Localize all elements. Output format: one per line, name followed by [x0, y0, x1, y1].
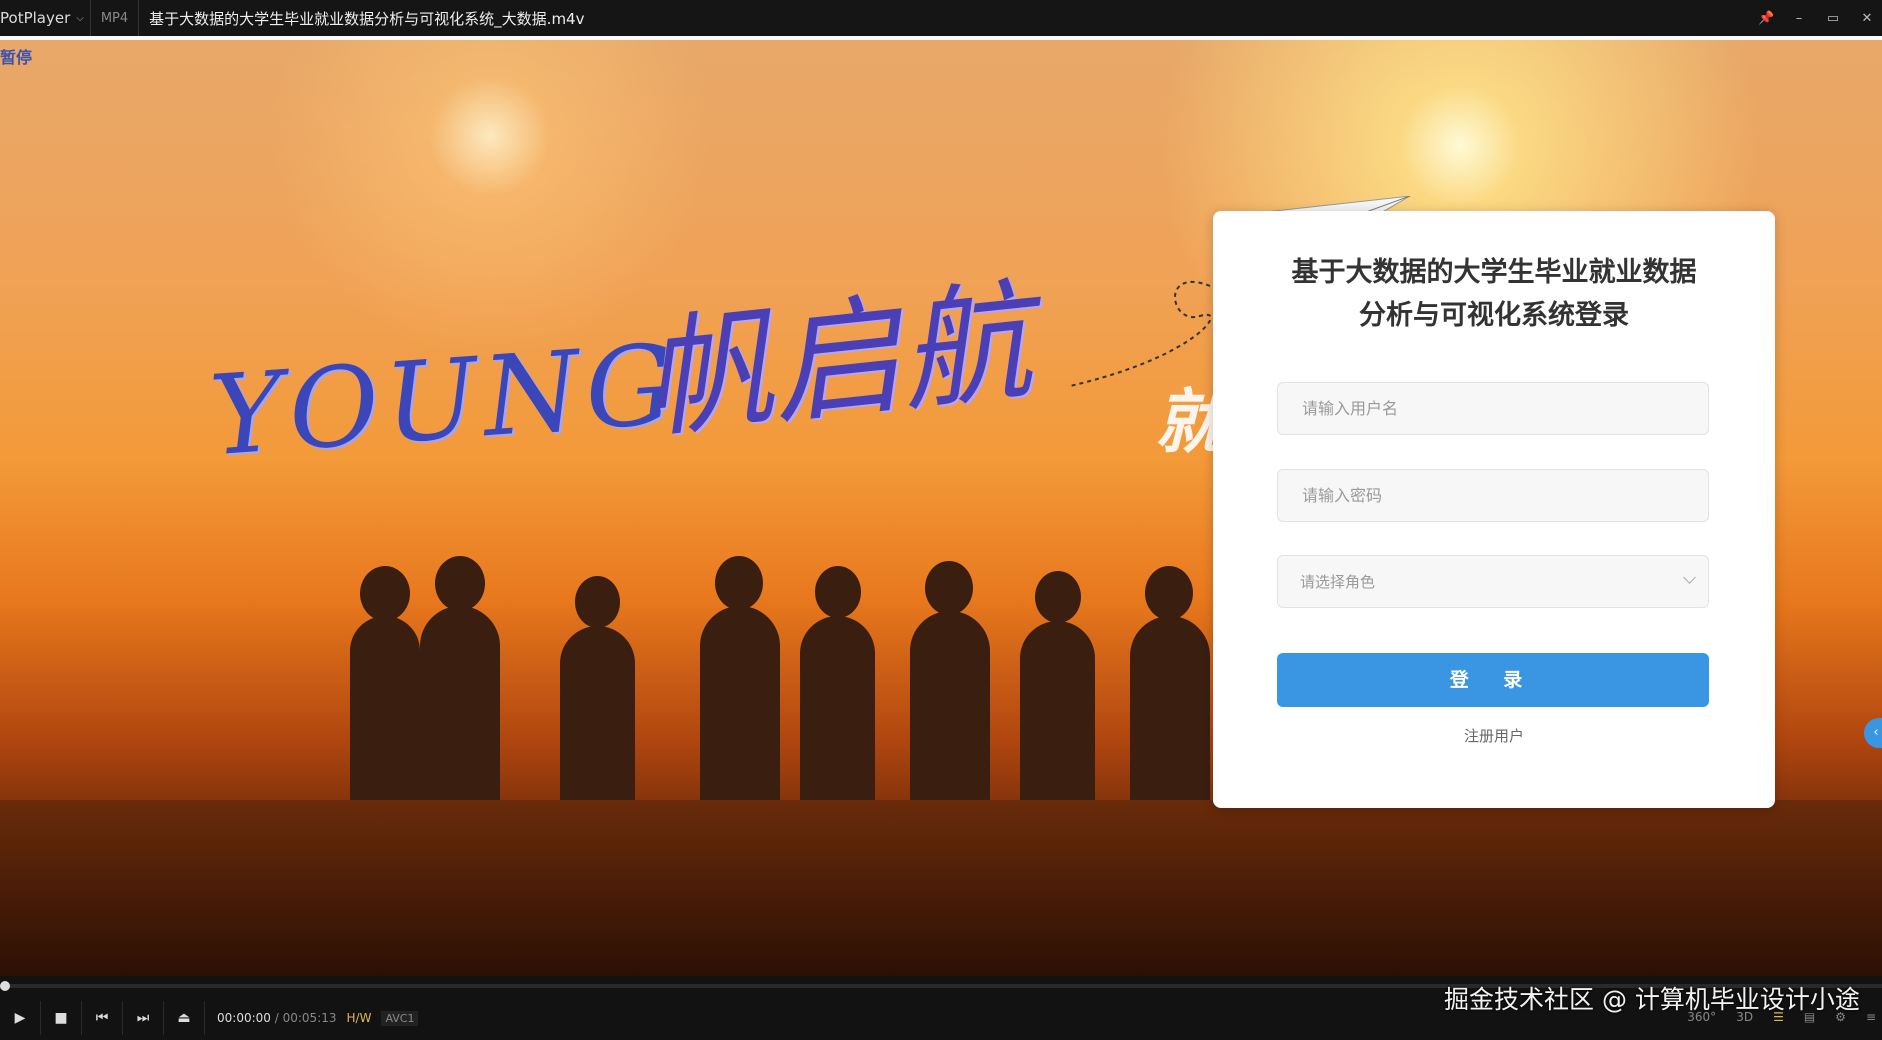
play-icon: ▶ — [14, 1010, 26, 1026]
file-title: 基于大数据的大学生毕业就业数据分析与可视化系统_大数据.m4v — [149, 9, 585, 28]
username-input[interactable] — [1300, 398, 1708, 419]
format-badge: MP4 — [91, 0, 140, 36]
maximize-icon[interactable]: ▭ — [1826, 11, 1840, 26]
player-titlebar: PotPlayer ⌵ MP4 基于大数据的大学生毕业就业数据分析与可视化系统_… — [0, 0, 1882, 36]
previous-button[interactable]: ⏮ — [82, 1001, 123, 1035]
role-select-placeholder: 请选择角色 — [1300, 573, 1376, 591]
watermark: 掘金技术社区 @ 计算机毕业设计小途 — [1444, 985, 1860, 1014]
skip-next-icon: ⏭ — [136, 1010, 150, 1026]
current-time: 00:00:00 — [217, 1011, 271, 1025]
app-menu-button[interactable]: PotPlayer ⌵ — [0, 0, 91, 36]
username-field — [1277, 382, 1709, 435]
login-title-line2: 分析与可视化系统登录 — [1359, 300, 1629, 331]
seek-handle[interactable] — [0, 981, 10, 991]
chevron-down-icon: ⌵ — [76, 12, 84, 24]
total-time: 00:05:13 — [282, 1011, 337, 1025]
video-top-border — [0, 36, 1882, 40]
login-title: 基于大数据的大学生毕业就业数据 分析与可视化系统登录 — [1263, 251, 1725, 337]
play-button[interactable]: ▶ — [0, 1001, 41, 1035]
login-button[interactable]: 登 录 — [1277, 653, 1709, 707]
window-controls: 📌 – ▭ ✕ — [1758, 0, 1882, 36]
stop-button[interactable]: ■ — [41, 1001, 82, 1035]
minimize-icon[interactable]: – — [1792, 11, 1806, 26]
close-icon[interactable]: ✕ — [1860, 11, 1874, 26]
password-field — [1277, 469, 1709, 522]
codec-badge: AVC1 — [381, 1010, 419, 1026]
login-title-line1: 基于大数据的大学生毕业就业数据 — [1291, 257, 1697, 288]
role-select[interactable]: 请选择角色 — [1277, 555, 1709, 608]
time-display: 00:00:00 / 00:05:13 — [217, 1011, 337, 1025]
eject-button[interactable]: ⏏ — [164, 1001, 205, 1035]
stop-icon: ■ — [54, 1010, 68, 1026]
next-button[interactable]: ⏭ — [123, 1001, 164, 1035]
time-separator: / — [274, 1011, 279, 1025]
login-card: 基于大数据的大学生毕业就业数据 分析与可视化系统登录 请选择角色 登 录 注册用… — [1213, 211, 1775, 808]
ground — [0, 800, 1882, 976]
register-link[interactable]: 注册用户 — [1213, 725, 1775, 746]
calligraphy-slogan: 帆启航 — [634, 264, 1039, 457]
pin-icon[interactable]: 📌 — [1758, 11, 1774, 26]
pause-indicator: 暂停 — [0, 48, 33, 67]
eject-icon: ⏏ — [177, 1010, 191, 1026]
chevron-left-icon: ‹ — [1873, 725, 1879, 740]
app-name: PotPlayer — [0, 9, 71, 27]
hw-badge[interactable]: H/W — [347, 1011, 372, 1025]
menu-icon[interactable]: ≡ — [1866, 1010, 1876, 1024]
skip-previous-icon: ⏮ — [95, 1010, 109, 1026]
young-slogan: YOUNG — [206, 319, 684, 481]
password-input[interactable] — [1300, 485, 1708, 506]
